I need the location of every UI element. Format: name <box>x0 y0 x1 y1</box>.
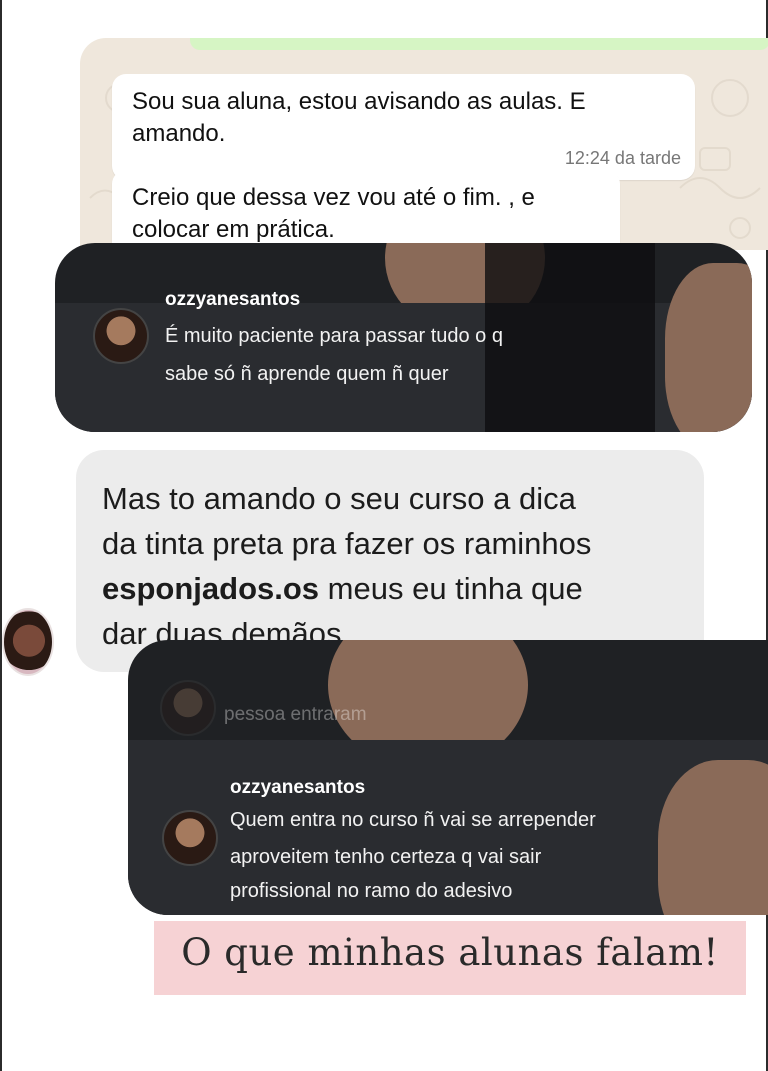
commenter-avatar[interactable] <box>93 308 149 364</box>
comment-text-line: É muito paciente para passar tudo o q <box>165 325 503 347</box>
video-background-arm <box>658 760 768 915</box>
live-comment-card: pessoa entraram ozzyanesantos Quem entra… <box>128 640 768 915</box>
previous-message-edge <box>190 38 768 50</box>
comment-text-line: sabe só ñ aprende quem ñ quer <box>165 363 449 385</box>
comment-text-line: profissional no ramo do adesivo <box>230 880 513 902</box>
message-line: da tinta preta pra fazer os raminhos <box>102 526 592 561</box>
chat-message-bubble: Creio que dessa vez vou até o fim. , e c… <box>112 170 620 250</box>
join-notice: pessoa entraram <box>224 704 367 725</box>
message-text: Sou sua aluna, estou avisando as aulas. … <box>132 88 586 147</box>
comment-text-line: Quem entra no curso ñ vai se arrepender <box>230 809 596 831</box>
video-background-hair <box>485 243 655 432</box>
comment-username[interactable]: ozzyanesantos <box>230 777 365 799</box>
live-comment-card: ozzyanesantos É muito paciente para pass… <box>55 243 752 432</box>
left-edge-line <box>0 0 2 1071</box>
message-line: esponjados.os meus eu tinha que <box>102 566 692 611</box>
faded-avatar <box>160 680 216 736</box>
message-line-rest: meus eu tinha que <box>319 571 583 606</box>
caption-text: O que minhas alunas falam! <box>181 931 719 974</box>
chat-message-bubble: Sou sua aluna, estou avisando as aulas. … <box>112 74 695 180</box>
student-message-text: Mas to amando o seu curso a dica da tint… <box>102 476 692 656</box>
commenter-avatar[interactable] <box>162 810 218 866</box>
student-message-bubble: Mas to amando o seu curso a dica da tint… <box>76 450 704 672</box>
bold-word: esponjados.os <box>102 571 320 606</box>
comment-username[interactable]: ozzyanesantos <box>165 289 300 311</box>
whatsapp-chat-snippet: Sou sua aluna, estou avisando as aulas. … <box>80 38 768 250</box>
comment-text-line: aproveitem tenho certeza q vai sair <box>230 846 542 868</box>
student-avatar[interactable] <box>2 608 54 676</box>
caption-banner: O que minhas alunas falam! <box>154 921 746 995</box>
message-text: Creio que dessa vez vou até o fim. , e c… <box>132 184 535 243</box>
message-line: Mas to amando o seu curso a dica <box>102 481 576 516</box>
video-background-arm <box>665 263 752 432</box>
